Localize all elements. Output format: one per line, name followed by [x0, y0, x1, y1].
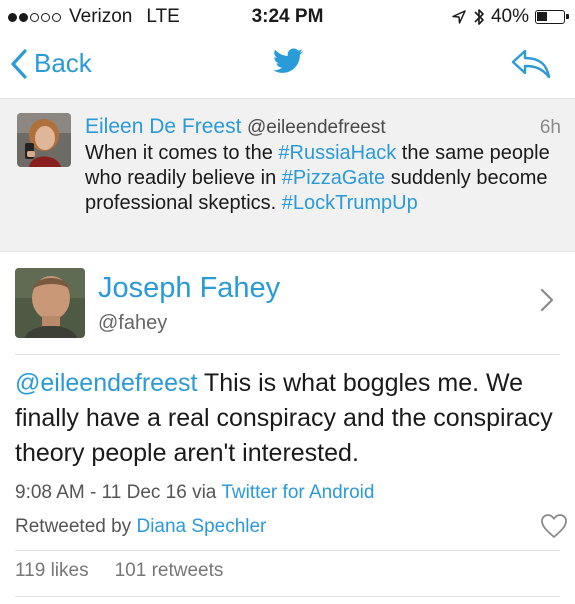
tweet-timestamp: 9:08 AM - 11 Dec 16 via — [15, 482, 222, 503]
status-right: 40% — [451, 6, 569, 28]
bluetooth-icon — [474, 9, 484, 25]
tweet-age: 6h — [539, 117, 561, 138]
tweet-meta: 9:08 AM - 11 Dec 16 via Twitter for Andr… — [15, 482, 374, 504]
author-name[interactable]: Joseph Fahey — [98, 272, 280, 305]
twitter-bird-icon — [273, 48, 303, 73]
mention-link[interactable]: @eileendefreest — [15, 369, 197, 397]
retweeted-by: Retweeted by Diana Spechler — [15, 516, 266, 538]
author-name[interactable]: Eileen De Freest — [85, 115, 241, 138]
author-row[interactable]: Joseph Fahey @fahey — [0, 250, 575, 354]
location-arrow-icon — [452, 10, 466, 24]
likes-count[interactable]: 119 likes — [15, 560, 89, 581]
parent-tweet[interactable]: Eileen De Freest @eileendefreest 6h When… — [0, 98, 575, 252]
heart-icon[interactable] — [540, 513, 568, 539]
retweets-count[interactable]: 101 retweets — [115, 560, 224, 581]
chevron-left-icon — [11, 48, 27, 79]
avatar[interactable] — [15, 268, 85, 338]
hashtag-link[interactable]: #LockTrumpUp — [282, 192, 418, 214]
hashtag-link[interactable]: #PizzaGate — [282, 167, 385, 189]
status-bar: Verizon LTE 3:24 PM 40% — [0, 0, 575, 34]
avatar[interactable] — [17, 113, 71, 167]
avatar-photo — [17, 113, 71, 167]
tweet-author: Eileen De Freest @eileendefreest — [85, 115, 386, 139]
tweet-stats: 119 likes 101 retweets — [15, 560, 223, 582]
source-link[interactable]: Twitter for Android — [221, 482, 374, 503]
retweeter-link[interactable]: Diana Spechler — [136, 516, 266, 537]
divider — [15, 596, 560, 597]
battery-percent: 40% — [490, 6, 529, 27]
back-button[interactable]: Back — [10, 48, 92, 79]
tweet-body: @eileendefreest This is what boggles me.… — [15, 366, 565, 471]
avatar-photo — [15, 268, 85, 338]
reply-icon[interactable] — [510, 48, 552, 80]
battery-icon — [535, 10, 569, 24]
nav-bar: Back — [0, 34, 575, 94]
hashtag-link[interactable]: #RussiaHack — [278, 142, 396, 164]
chevron-right-icon[interactable] — [540, 288, 554, 312]
back-label: Back — [34, 48, 92, 78]
tweet-text: When it comes to the #RussiaHack the sam… — [85, 141, 555, 216]
author-handle: @eileendefreest — [246, 117, 386, 138]
author-handle: @fahey — [98, 312, 168, 334]
retweeted-by-label: Retweeted by — [15, 516, 137, 537]
divider — [15, 550, 560, 551]
divider — [15, 354, 560, 355]
tweet-text-segment: When it comes to the — [85, 142, 279, 164]
